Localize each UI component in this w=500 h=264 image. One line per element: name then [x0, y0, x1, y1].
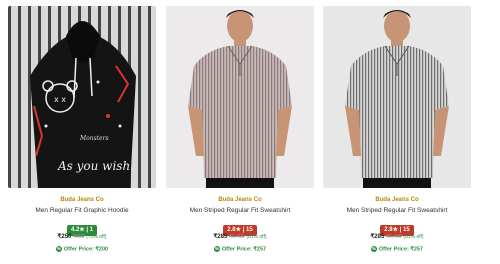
- svg-text:Monsters: Monsters: [79, 135, 109, 142]
- product-title[interactable]: Men Striped Regular Fit Sweatshirt: [323, 207, 471, 215]
- product-card[interactable]: Buda Jeans Co Men Striped Regular Fit Sw…: [166, 6, 314, 261]
- product-brand: Buda Jeans Co: [60, 197, 104, 203]
- offer-price-row: % Offer Price: ₹257: [323, 246, 471, 253]
- original-price: ₹999: [73, 234, 85, 240]
- product-image[interactable]: x x Monsters As you wish: [8, 6, 156, 188]
- original-price: ₹1,499: [228, 234, 245, 240]
- price-row: ₹285 ₹1,499 (81% off): [323, 234, 471, 241]
- price-row: ₹250 ₹999 (75% off): [8, 234, 156, 241]
- offer-price: Offer Price: ₹257: [221, 246, 267, 253]
- price-row: ₹285 ₹1,499 (81% off): [166, 234, 314, 241]
- svg-text:x x: x x: [54, 95, 66, 104]
- product-brand: Buda Jeans Co: [218, 197, 262, 203]
- pink-polo-image: [166, 6, 314, 188]
- sale-price: ₹285: [213, 234, 228, 240]
- product-card[interactable]: Buda Jeans Co Men Striped Regular Fit Sw…: [323, 6, 471, 261]
- offer-price: Offer Price: ₹200: [63, 246, 109, 253]
- offer-price-row: % Offer Price: ₹257: [166, 246, 314, 253]
- offer-tag-icon: %: [370, 246, 377, 252]
- product-brand: Buda Jeans Co: [375, 197, 419, 203]
- discount-text: (81% off): [403, 234, 424, 240]
- discount-text: (81% off): [246, 234, 267, 240]
- offer-tag-icon: %: [55, 246, 62, 252]
- discount-text: (75% off): [86, 234, 107, 240]
- product-image[interactable]: [323, 6, 471, 188]
- product-image[interactable]: [166, 6, 314, 188]
- grey-polo-image: [323, 6, 471, 188]
- sale-price: ₹250: [57, 234, 72, 240]
- product-title[interactable]: Men Striped Regular Fit Sweatshirt: [166, 207, 314, 215]
- offer-tag-icon: %: [213, 246, 220, 252]
- original-price: ₹1,499: [385, 234, 402, 240]
- offer-price: Offer Price: ₹257: [378, 246, 424, 253]
- sale-price: ₹285: [370, 234, 385, 240]
- offer-price-row: % Offer Price: ₹200: [8, 246, 156, 253]
- product-title[interactable]: Men Regular Fit Graphic Hoodie: [8, 207, 156, 215]
- product-card[interactable]: x x Monsters As you wish Buda Jeans Co M…: [8, 6, 156, 261]
- hoodie-image: x x Monsters As you wish: [8, 6, 156, 188]
- svg-text:As you wish: As you wish: [57, 159, 130, 173]
- product-grid: x x Monsters As you wish Buda Jeans Co M…: [0, 0, 500, 264]
